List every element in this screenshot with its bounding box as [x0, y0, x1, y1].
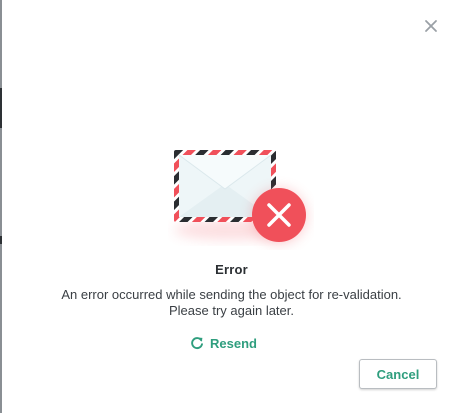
close-button[interactable]	[419, 14, 443, 38]
error-illustration	[168, 144, 314, 250]
error-dialog: Error An error occurred while sending th…	[2, 0, 461, 413]
dialog-title: Error	[215, 262, 248, 277]
close-icon	[425, 20, 437, 32]
error-message-line-2: Please try again later.	[168, 303, 295, 318]
error-x-icon	[251, 188, 307, 244]
resend-label: Resend	[210, 335, 257, 351]
error-message: An error occurred while sending the obje…	[2, 287, 461, 319]
error-message-line-1: An error occurred while sending the obje…	[61, 287, 402, 302]
cancel-button[interactable]: Cancel	[359, 359, 437, 389]
refresh-icon	[191, 337, 203, 350]
resend-button[interactable]: Resend	[190, 334, 257, 352]
